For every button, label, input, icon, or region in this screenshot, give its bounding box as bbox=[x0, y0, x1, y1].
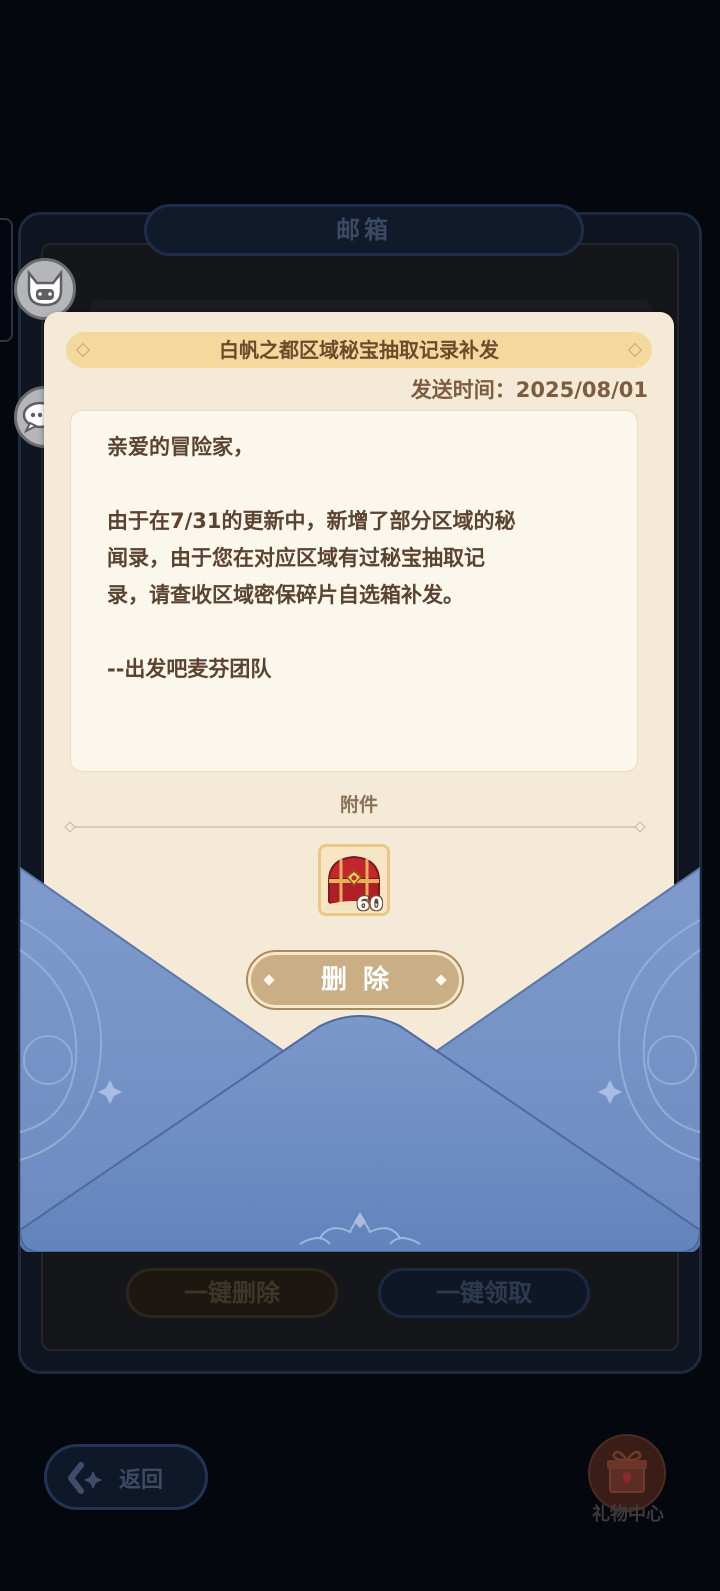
back-arrow-icon bbox=[68, 1462, 102, 1494]
diamond-ornament-icon bbox=[64, 821, 76, 833]
side-drawer-handle bbox=[0, 218, 13, 342]
delete-button[interactable]: 删除 bbox=[248, 952, 462, 1008]
mail-signature: --出发吧麦芬团队 bbox=[107, 657, 272, 681]
gift-center-label: 礼物中心 bbox=[592, 1504, 664, 1525]
batch-delete-button: 一键删除 bbox=[126, 1268, 338, 1318]
cat-avatar-icon[interactable] bbox=[14, 258, 76, 320]
mail-body-line: 亲爱的冒险家， bbox=[107, 435, 254, 459]
diamond-ornament-icon bbox=[627, 342, 643, 358]
gift-box-icon bbox=[607, 1450, 647, 1493]
send-time: 发送时间：2025/08/01 bbox=[410, 378, 648, 402]
mail-body-line bbox=[107, 466, 603, 503]
batch-claim-button: 一键领取 bbox=[378, 1268, 590, 1318]
mail-body: 亲爱的冒险家， 由于在7/31的更新中，新增了部分区域的秘 闻录，由于您在对应区… bbox=[70, 410, 638, 772]
back-button-label: 返回 bbox=[119, 1468, 164, 1493]
attachment-label: 附件 bbox=[339, 794, 378, 816]
attachment-divider bbox=[74, 826, 640, 828]
diamond-ornament-icon bbox=[634, 821, 646, 833]
mail-body-line bbox=[107, 614, 603, 651]
diamond-ornament-icon bbox=[435, 974, 447, 986]
back-button[interactable]: 返回 bbox=[44, 1444, 208, 1510]
delete-button-label: 删除 bbox=[320, 965, 405, 995]
diamond-ornament-icon bbox=[263, 974, 275, 986]
envelope-illustration bbox=[20, 866, 700, 1252]
mail-body-line: 由于在7/31的更新中，新增了部分区域的秘 bbox=[107, 509, 516, 533]
mail-body-line: 录，请查收区域密保碎片自选箱补发。 bbox=[107, 583, 464, 607]
mail-body-line: 闻录，由于您在对应区域有过秘宝抽取记 bbox=[107, 546, 485, 570]
mail-title: 白帆之都区域秘宝抽取记录补发 bbox=[219, 338, 499, 362]
diamond-ornament-icon bbox=[75, 342, 91, 358]
mailbox-title: 邮箱 bbox=[144, 204, 584, 256]
mail-title-banner: 白帆之都区域秘宝抽取记录补发 bbox=[66, 332, 652, 368]
